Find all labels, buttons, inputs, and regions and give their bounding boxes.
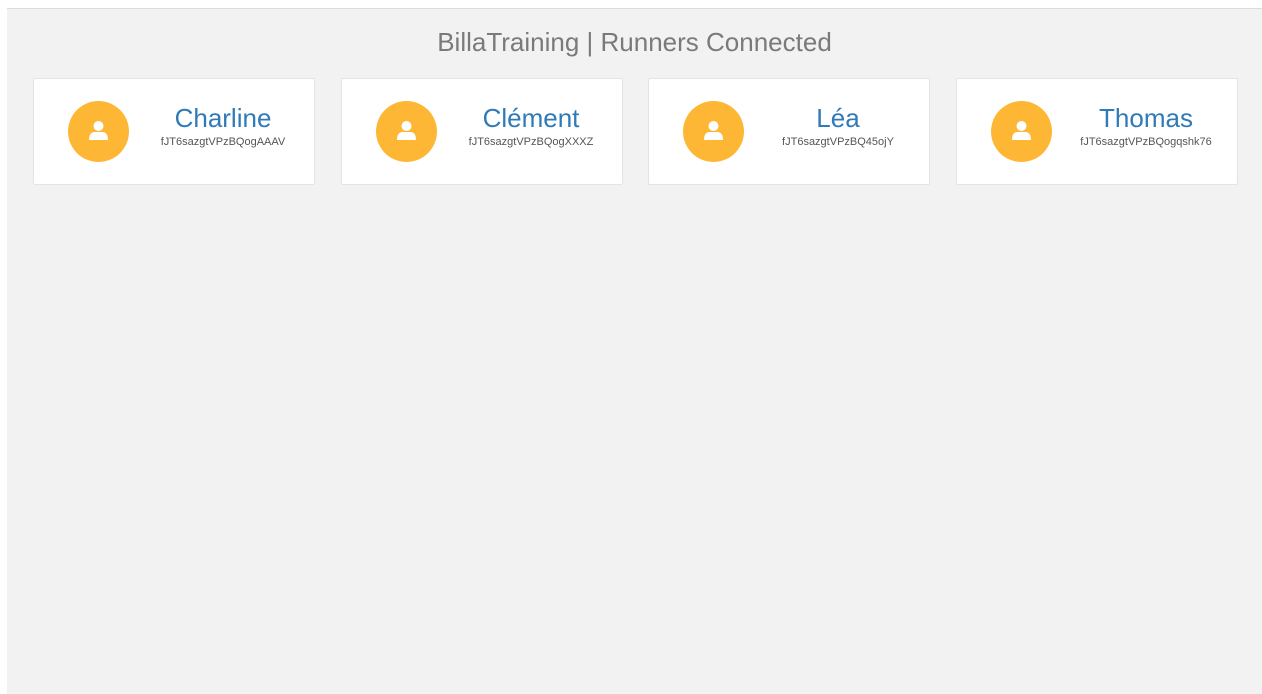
avatar: [991, 101, 1052, 162]
runner-name: Léa: [816, 103, 860, 133]
runner-card[interactable]: Léa fJT6sazgtVPzBQ45ojY: [648, 78, 930, 185]
avatar: [683, 101, 744, 162]
runner-id: fJT6sazgtVPzBQogXXXZ: [468, 136, 594, 148]
user-icon: [397, 121, 416, 140]
runner-card[interactable]: Thomas fJT6sazgtVPzBQogqshk76: [956, 78, 1238, 185]
runner-name: Clément: [482, 103, 580, 133]
page: BillaTraining | Runners Connected Charli…: [7, 8, 1262, 694]
page-title: BillaTraining | Runners Connected: [437, 27, 832, 57]
runner-name: Thomas: [1099, 103, 1193, 133]
user-icon: [1012, 121, 1031, 140]
runner-id: fJT6sazgtVPzBQ45ojY: [782, 136, 894, 148]
runner-name: Charline: [174, 103, 272, 133]
runner-card[interactable]: Charline fJT6sazgtVPzBQogAAAV: [33, 78, 315, 185]
avatar: [68, 101, 129, 162]
user-icon: [704, 121, 723, 140]
runner-id: fJT6sazgtVPzBQogAAAV: [160, 136, 286, 148]
user-icon: [89, 121, 108, 140]
runner-list: Charline fJT6sazgtVPzBQogAAAV Clément fJ…: [33, 78, 1238, 185]
runner-id: fJT6sazgtVPzBQogqshk76: [1080, 136, 1212, 148]
runner-card[interactable]: Clément fJT6sazgtVPzBQogXXXZ: [341, 78, 623, 185]
avatar: [376, 101, 437, 162]
